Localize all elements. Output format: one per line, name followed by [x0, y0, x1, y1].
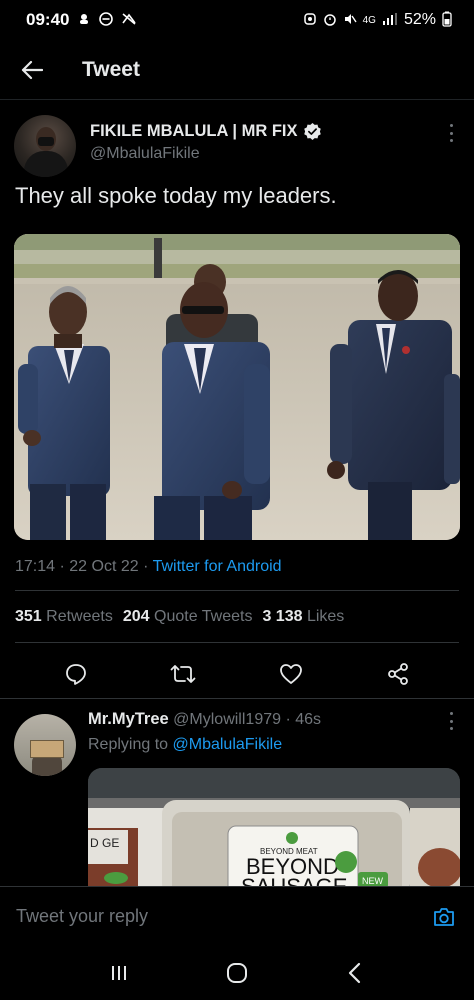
likes-label: Likes [306, 608, 345, 625]
notification-icon [77, 12, 91, 29]
recent-apps-icon[interactable] [99, 953, 139, 993]
divider [15, 590, 459, 591]
replying-mention[interactable]: @MbalulaFikile [173, 736, 283, 753]
quote-tweets-stat[interactable]: 204 Quote Tweets [123, 608, 253, 626]
divider [0, 698, 474, 699]
author-avatar[interactable] [14, 115, 76, 177]
partial-package-text: D GE [90, 836, 119, 850]
top-header: Tweet [0, 40, 474, 100]
reply-header: Mr.MyTree @Mylowill1979 · 46s [88, 710, 322, 728]
reply-age: 46s [295, 711, 322, 728]
system-nav-bar [0, 946, 474, 1000]
reply-handle[interactable]: @Mylowill1979 [173, 711, 281, 728]
tweet-stats: 351 Retweets 204 Quote Tweets 3 138 Like… [15, 608, 344, 626]
status-bar: 09:40 4G 52% [0, 0, 474, 40]
share-icon[interactable] [383, 659, 413, 689]
reply-display-name[interactable]: Mr.MyTree [88, 710, 169, 728]
do-not-disturb-icon [99, 11, 114, 29]
likes-count: 3 138 [262, 608, 303, 625]
tweet-date: 22 Oct 22 [69, 558, 139, 575]
alarm-icon [303, 12, 317, 29]
quotes-label: Quote Tweets [154, 608, 253, 625]
no-photo-icon [121, 12, 137, 29]
retweets-count: 351 [15, 608, 42, 625]
reply-photo[interactable]: D GE BEYOND MEAT BEYOND SAUSAGE NEW [88, 768, 460, 898]
back-arrow-icon[interactable] [18, 56, 46, 84]
author-display-name[interactable]: FIKILE MBALULA | MR FIX [90, 122, 297, 141]
tweet-actions [0, 648, 474, 700]
page-title: Tweet [82, 57, 140, 81]
retweets-stat[interactable]: 351 Retweets [15, 608, 113, 626]
divider [15, 642, 459, 643]
more-options-icon[interactable] [450, 124, 454, 142]
reply-more-options-icon[interactable] [450, 712, 454, 730]
replying-to: Replying to @MbalulaFikile [88, 736, 282, 754]
tweet-source-link[interactable]: Twitter for Android [153, 558, 282, 575]
reply-avatar[interactable] [14, 714, 76, 776]
like-heart-icon[interactable] [276, 659, 306, 689]
reply-composer[interactable]: Tweet your reply [0, 886, 474, 946]
battery-level: 52% [403, 11, 436, 28]
tweet-photo[interactable] [14, 234, 460, 540]
tweet-text: They all spoke today my leaders. [15, 183, 337, 208]
status-right: 4G 52% [303, 11, 452, 30]
replying-prefix: Replying to [88, 736, 169, 753]
tweet-meta: 17:14 · 22 Oct 22 · Twitter for Android [15, 558, 282, 575]
retweets-label: Retweets [46, 608, 113, 625]
verified-badge-icon [303, 122, 322, 141]
tweet-time: 17:14 [15, 558, 56, 575]
network-type: 4G [362, 14, 376, 26]
home-icon[interactable] [217, 953, 257, 993]
author-handle[interactable]: @MbalulaFikile [90, 145, 322, 163]
quotes-count: 204 [122, 608, 150, 625]
status-left: 09:40 [26, 10, 137, 30]
reply-icon[interactable] [61, 659, 91, 689]
author-names: FIKILE MBALULA | MR FIX @MbalulaFikile [90, 122, 322, 177]
battery-icon [442, 11, 452, 30]
tweet-author[interactable]: FIKILE MBALULA | MR FIX @MbalulaFikile [14, 115, 322, 177]
clock-alarm-icon [323, 12, 337, 29]
new-badge-text: NEW [362, 876, 384, 886]
reply-input-placeholder[interactable]: Tweet your reply [16, 906, 148, 927]
mute-icon [343, 12, 357, 29]
signal-icon [382, 12, 398, 29]
camera-icon[interactable] [430, 903, 458, 931]
retweet-icon[interactable] [168, 659, 198, 689]
author-display-name-row[interactable]: FIKILE MBALULA | MR FIX [90, 122, 322, 141]
status-time: 09:40 [26, 10, 70, 29]
back-nav-icon[interactable] [335, 953, 375, 993]
likes-stat[interactable]: 3 138 Likes [262, 608, 344, 626]
